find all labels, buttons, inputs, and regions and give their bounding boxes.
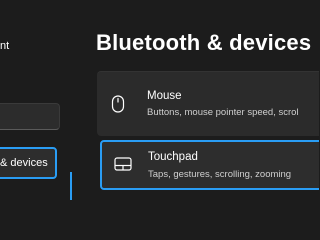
card-description: Taps, gestures, scrolling, zooming: [148, 169, 292, 180]
touchpad-settings-card[interactable]: Touchpad Taps, gestures, scrolling, zoom…: [100, 140, 319, 190]
sidebar-item-bluetooth-devices[interactable]: & devices: [0, 147, 57, 179]
touchpad-icon: [114, 157, 132, 171]
search-input[interactable]: [0, 103, 60, 130]
sidebar-item-label: & devices: [0, 157, 48, 169]
card-title: Touchpad: [148, 151, 198, 163]
settings-window: nt & devices Bluetooth & devices Mouse B…: [0, 0, 319, 200]
mouse-icon: [111, 95, 125, 113]
account-name: nt: [0, 40, 10, 52]
mouse-settings-card[interactable]: Mouse Buttons, mouse pointer speed, scro…: [97, 71, 319, 136]
card-title: Mouse: [147, 90, 182, 102]
selection-indicator: [70, 172, 72, 200]
card-description: Buttons, mouse pointer speed, scrol: [147, 107, 299, 118]
page-title: Bluetooth & devices: [96, 30, 312, 55]
